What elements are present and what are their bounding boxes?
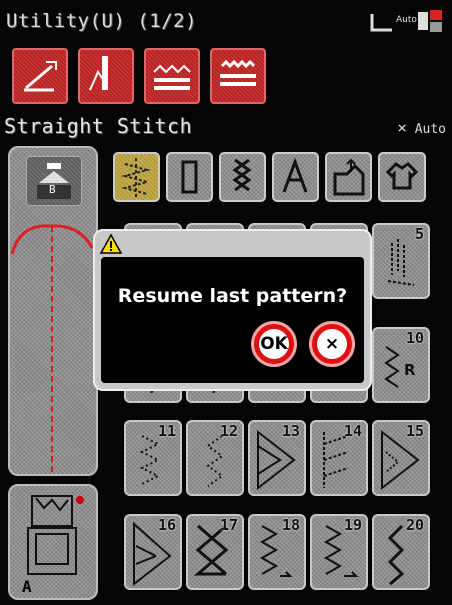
foot-label: A bbox=[22, 577, 32, 596]
ok-label: OK bbox=[259, 329, 289, 359]
cancel-button[interactable]: × bbox=[309, 321, 355, 367]
stitch-number: 15 bbox=[405, 422, 424, 440]
category-decorative[interactable] bbox=[219, 152, 266, 202]
stitch-name: Straight Stitch bbox=[4, 114, 193, 138]
close-icon: × bbox=[317, 329, 347, 359]
stitch-preview-panel[interactable]: B bbox=[8, 146, 98, 476]
stitch-button-5[interactable]: 5 bbox=[372, 223, 430, 299]
stitch-button-11[interactable]: 11 bbox=[124, 420, 182, 496]
stitch-number: 19 bbox=[343, 516, 362, 534]
stitch-number: 11 bbox=[157, 422, 176, 440]
auto-tension-indicator: ⨯ Auto bbox=[397, 118, 446, 137]
stitch-button-13[interactable]: 13 bbox=[248, 420, 306, 496]
stitch-button-15[interactable]: 15 bbox=[372, 420, 430, 496]
svg-text:R: R bbox=[404, 361, 416, 379]
stitch-preview-graphic bbox=[10, 224, 94, 472]
presser-foot-status: Auto bbox=[366, 8, 446, 38]
auto-badge: Auto bbox=[396, 15, 417, 25]
utility-stitch-icon bbox=[121, 158, 151, 198]
garment-icon bbox=[385, 162, 419, 190]
twin-needle-button[interactable] bbox=[78, 48, 134, 104]
category-buttonhole[interactable] bbox=[166, 152, 213, 202]
my-stitch-icon bbox=[333, 158, 365, 196]
page-title: Utility(U) (1/2) bbox=[6, 10, 198, 32]
stitch-number: 20 bbox=[405, 516, 424, 534]
category-utility[interactable] bbox=[113, 152, 160, 202]
stitch-number: 14 bbox=[343, 422, 362, 440]
presser-foot-icon: Auto bbox=[370, 10, 442, 32]
stitch-button-20[interactable]: 20 bbox=[372, 514, 430, 590]
auto-tension-label: Auto bbox=[414, 122, 446, 137]
stitch-length-button[interactable] bbox=[144, 48, 200, 104]
sewing-machine-screen: Utility(U) (1/2) Auto Straight Stitch ⨯ … bbox=[0, 0, 452, 605]
presser-foot-button[interactable]: A bbox=[8, 484, 98, 600]
ok-button[interactable]: OK bbox=[251, 321, 297, 367]
stitch-number: 17 bbox=[219, 516, 238, 534]
category-my-stitch[interactable] bbox=[325, 152, 372, 202]
stitch-width-button[interactable] bbox=[210, 48, 266, 104]
stitch-button-16[interactable]: 16 bbox=[124, 514, 182, 590]
stitch-number: 18 bbox=[281, 516, 300, 534]
twin-needle-icon bbox=[89, 56, 108, 91]
stitch-number: 13 bbox=[281, 422, 300, 440]
stitch-button-14[interactable]: 14 bbox=[310, 420, 368, 496]
needle-label: B bbox=[49, 183, 56, 196]
auto-tension-icon: ⨯ bbox=[397, 118, 407, 137]
decorative-stitch-icon bbox=[232, 158, 252, 192]
stitch-button-12[interactable]: 12 bbox=[186, 420, 244, 496]
stitch-button-19[interactable]: 19 bbox=[310, 514, 368, 590]
stitch-number: 12 bbox=[219, 422, 238, 440]
stitch-width-icon bbox=[220, 59, 256, 86]
category-garment[interactable] bbox=[378, 152, 426, 202]
needle-position-icon bbox=[24, 61, 57, 92]
stitch-number: 5 bbox=[414, 225, 424, 243]
dialog-message: Resume last pattern? bbox=[117, 285, 348, 307]
needle-drop-button[interactable]: B bbox=[26, 156, 82, 206]
needle-position-button[interactable] bbox=[12, 48, 68, 104]
resume-dialog: Resume last pattern? OK × bbox=[93, 229, 372, 391]
needle-drop-icon bbox=[37, 163, 71, 199]
stitch-length-icon bbox=[153, 64, 191, 90]
stitch-number: 16 bbox=[157, 516, 176, 534]
warning-icon bbox=[99, 233, 123, 254]
stitch-number: 10 bbox=[405, 329, 424, 347]
category-alphabet[interactable] bbox=[272, 152, 319, 202]
stitch-button-18[interactable]: 18 bbox=[248, 514, 306, 590]
dialog-body: Resume last pattern? OK × bbox=[101, 257, 364, 383]
stitch-button-10[interactable]: 10 R bbox=[372, 327, 430, 403]
buttonhole-icon bbox=[181, 160, 198, 194]
alphabet-icon bbox=[282, 157, 308, 193]
stitch-button-17[interactable]: 17 bbox=[186, 514, 244, 590]
